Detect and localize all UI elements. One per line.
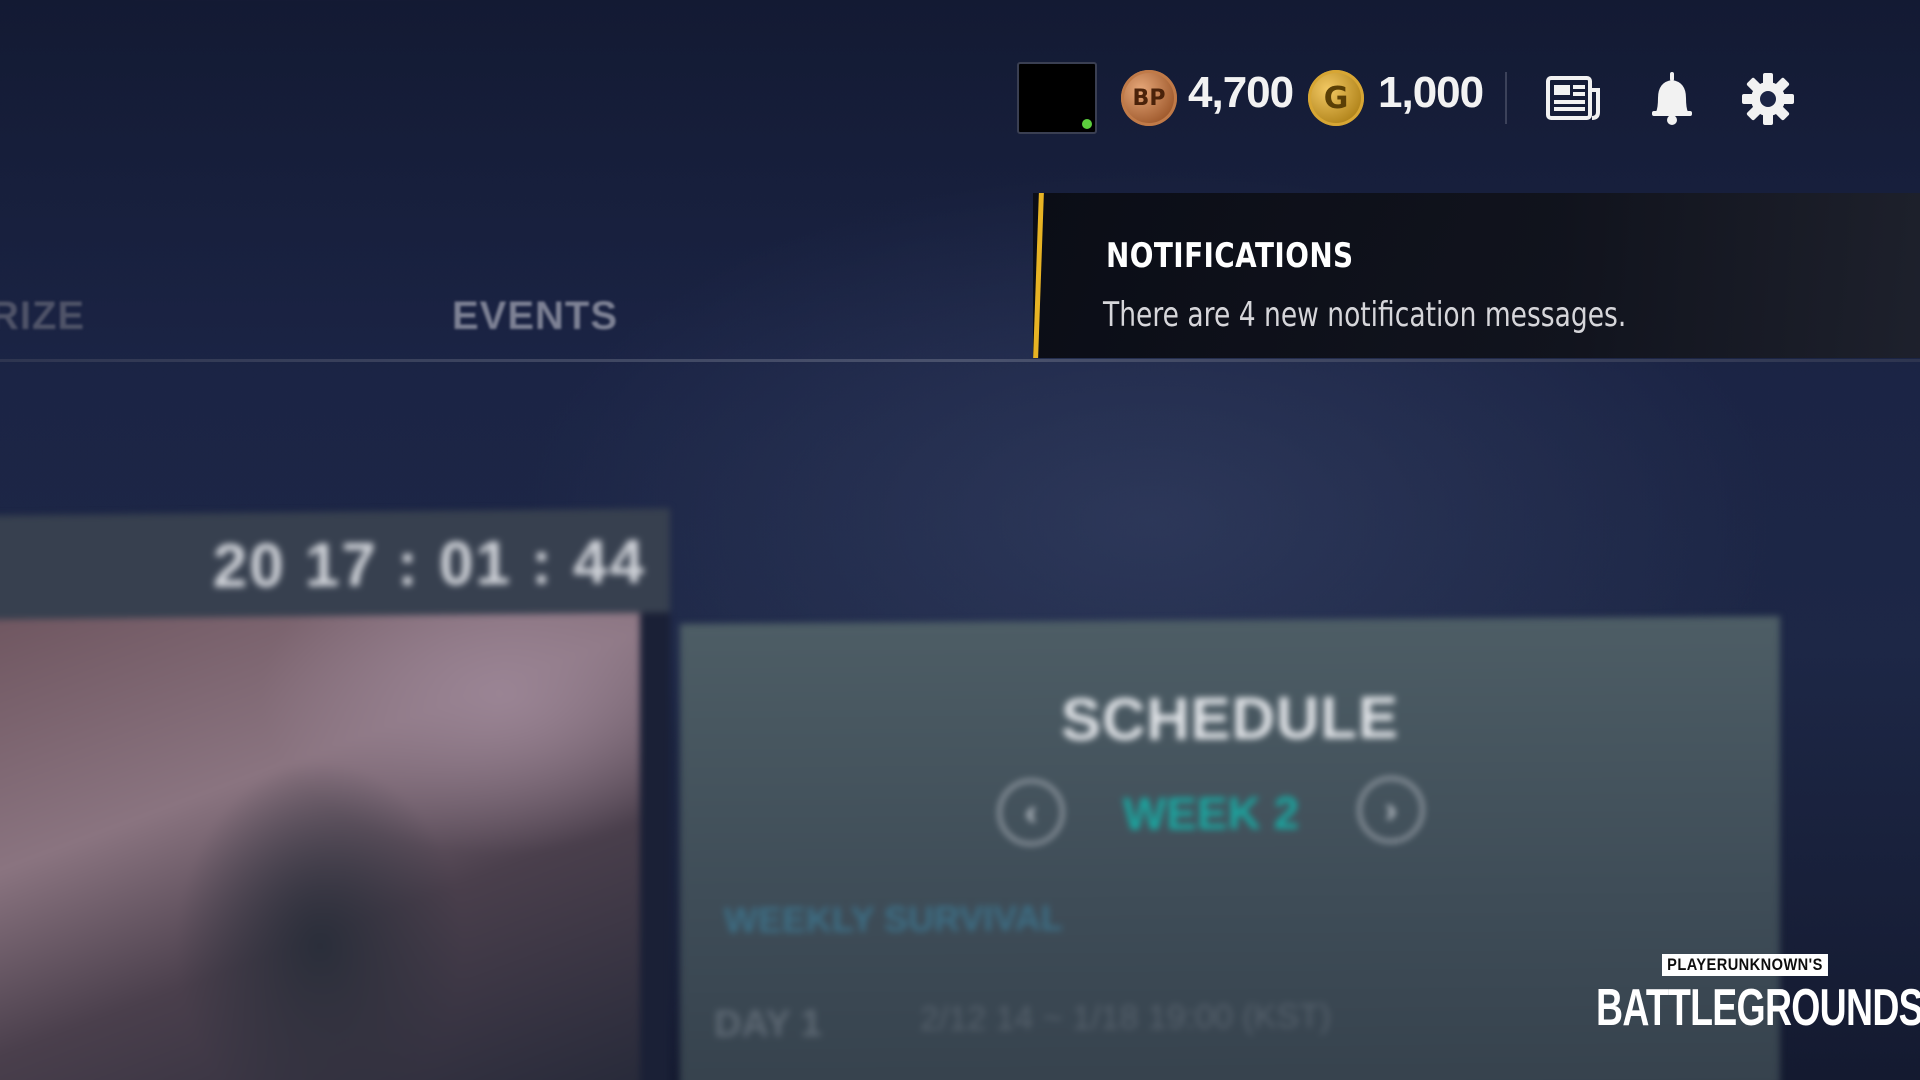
notification-title: NOTIFICATIONS [1106, 236, 1354, 276]
online-status-indicator [1082, 119, 1092, 129]
notification-message: There are 4 new notification messages. [1103, 295, 1627, 335]
bp-coin-icon: BP [1121, 70, 1177, 126]
g-coin-label: G [1323, 80, 1349, 116]
event-countdown-timer: 20 17 : 01 : 44 [212, 527, 646, 602]
news-icon[interactable] [1544, 70, 1604, 128]
next-week-button[interactable]: › [1358, 776, 1424, 844]
tab-bar: RIZE EVENTS [0, 280, 1033, 360]
event-card-header: 20 17 : 01 : 44 [0, 508, 670, 620]
week-label: WEEK 2 [1122, 786, 1300, 840]
chevron-left-icon: ‹ [1025, 791, 1037, 833]
player-avatar[interactable] [1017, 62, 1097, 134]
bp-amount: 4,700 [1188, 68, 1294, 117]
schedule-day-time: 2/12 14 ~ 1/18 19:00 (KST) [920, 997, 1332, 1039]
previous-week-button[interactable]: ‹ [998, 779, 1064, 846]
logo-title: BATTLEGROUNDS [1596, 979, 1920, 1037]
g-coin-amount: 1,000 [1378, 68, 1484, 117]
week-navigator: ‹ WEEK 2 › [998, 776, 1438, 846]
g-coin-icon: G [1308, 70, 1364, 126]
schedule-day-label: DAY 1 [714, 1002, 822, 1046]
bp-coin-label: BP [1132, 85, 1166, 111]
chevron-right-icon: › [1385, 788, 1397, 830]
toolbar-divider [1505, 72, 1507, 124]
tab-events[interactable]: EVENTS [452, 294, 618, 339]
event-card[interactable]: 20 17 : 01 : 44 [0, 508, 670, 1080]
tab-underline [0, 359, 1920, 362]
gear-icon[interactable] [1738, 70, 1798, 128]
schedule-section-title: WEEKLY SURVIVAL [724, 897, 1063, 941]
schedule-title: SCHEDULE [1060, 683, 1400, 754]
bell-icon[interactable] [1642, 70, 1702, 128]
top-bar: BP 4,700 G 1,000 [0, 0, 1920, 190]
game-logo: PLAYERUNKNOWN'S BATTLEGROUNDS [1596, 954, 1920, 1038]
tab-prize[interactable]: RIZE [0, 294, 85, 339]
logo-subtitle: PLAYERUNKNOWN'S [1662, 954, 1828, 976]
event-banner-image [0, 612, 640, 1080]
